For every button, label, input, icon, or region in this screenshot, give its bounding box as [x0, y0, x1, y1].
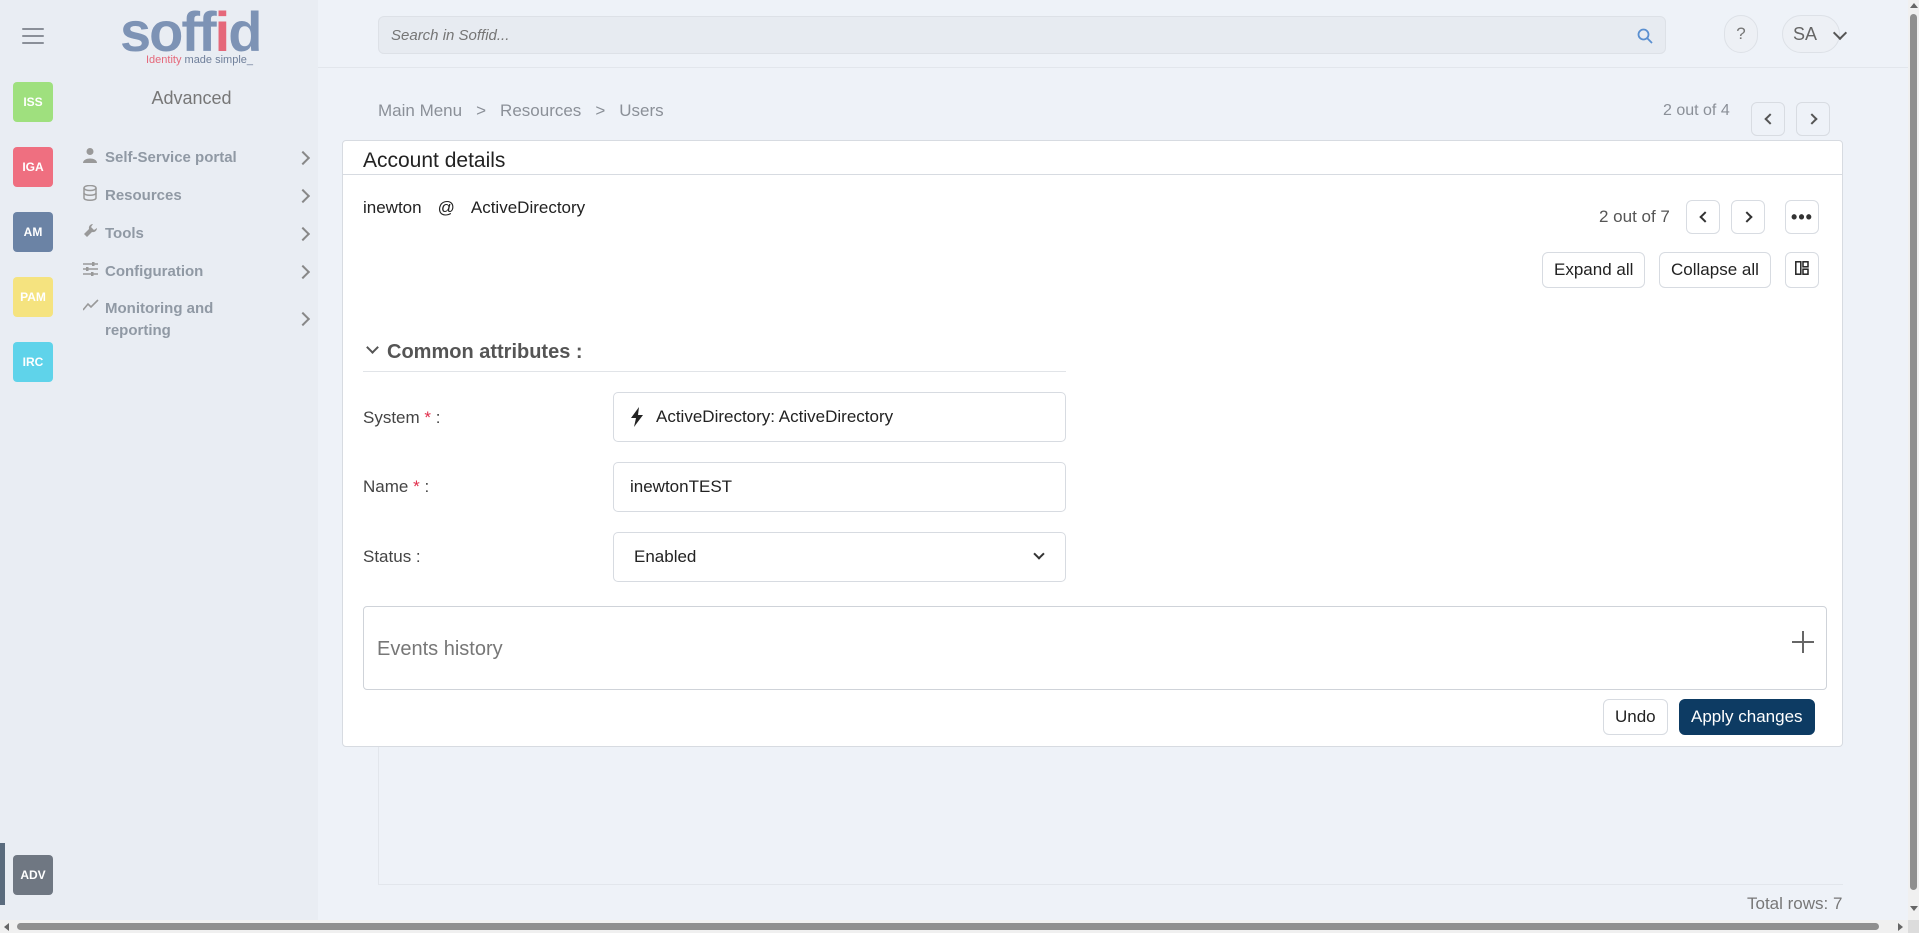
database-icon — [83, 184, 101, 205]
chevron-left-icon — [1763, 113, 1776, 125]
user-menu-button[interactable]: SA — [1782, 15, 1848, 53]
account-details-panel: Account details inewton @ ActiveDirector… — [342, 140, 1843, 747]
breadcrumb-main-menu[interactable]: Main Menu — [378, 101, 462, 121]
search-icon[interactable] — [1637, 28, 1653, 44]
name-field-label: Name * : — [363, 477, 430, 496]
previous-account-button[interactable] — [1686, 200, 1720, 234]
account-name: inewton — [363, 198, 422, 217]
top-bar: ? SA — [318, 0, 1908, 68]
layout-grid-icon — [1795, 260, 1809, 280]
undo-button[interactable]: Undo — [1603, 699, 1668, 735]
more-options-button[interactable]: ••• — [1785, 200, 1819, 234]
sliders-icon — [83, 261, 101, 280]
sidebar-item-monitoring-and-reporting[interactable]: Monitoring and reporting — [82, 298, 311, 342]
panel-header: Account details — [343, 141, 1842, 175]
next-record-button[interactable] — [1796, 102, 1830, 136]
system-field-value: ActiveDirectory: ActiveDirectory — [656, 407, 894, 426]
horizontal-scrollbar[interactable] — [0, 920, 1908, 933]
user-initials: SA — [1793, 23, 1818, 44]
breadcrumb: Main Menu > Resources > Users — [378, 101, 664, 121]
bolt-icon — [630, 407, 644, 427]
collapse-all-button[interactable]: Collapse all — [1659, 252, 1771, 288]
sidebar-item-self-service-portal[interactable]: Self-Service portal — [83, 147, 311, 169]
section-title: Common attributes : — [387, 341, 583, 363]
status-field-label: Status : — [363, 547, 421, 566]
scrollbar-corner — [1908, 920, 1919, 933]
app-rail: ISS IGA AM PAM IRC ADV — [0, 0, 65, 920]
account-identifier: inewton @ ActiveDirectory — [363, 198, 585, 218]
hamburger-menu-icon[interactable] — [22, 28, 44, 46]
app-am-button[interactable]: AM — [13, 212, 53, 252]
sidebar: soffid Identity made simple_ Advanced Se… — [65, 0, 318, 920]
account-pager-label: 2 out of 7 — [1599, 207, 1670, 226]
search-bar — [378, 16, 1666, 54]
users-table-area — [378, 740, 1843, 885]
user-icon — [83, 147, 101, 167]
active-app-indicator — [0, 843, 5, 905]
apply-changes-button[interactable]: Apply changes — [1679, 699, 1815, 735]
app-irc-button[interactable]: IRC — [13, 342, 53, 382]
app-pam-button[interactable]: PAM — [13, 277, 53, 317]
breadcrumb-resources[interactable]: Resources — [500, 101, 581, 121]
system-field[interactable]: ActiveDirectory: ActiveDirectory — [613, 392, 1066, 442]
sidebar-item-configuration[interactable]: Configuration — [83, 261, 311, 283]
previous-record-button[interactable] — [1751, 102, 1785, 136]
chevron-down-icon — [1033, 548, 1045, 560]
chevron-down-icon — [366, 341, 379, 354]
more-icon: ••• — [1791, 206, 1813, 227]
chevron-down-icon — [1832, 25, 1848, 41]
breadcrumb-users[interactable]: Users — [619, 101, 663, 121]
next-account-button[interactable] — [1731, 200, 1765, 234]
record-pager-label: 2 out of 4 — [1663, 102, 1730, 119]
account-system: ActiveDirectory — [470, 198, 586, 217]
vertical-scrollbar[interactable] — [1908, 0, 1919, 920]
sidebar-item-label: Configuration — [105, 263, 204, 280]
help-button[interactable]: ? — [1724, 15, 1758, 53]
chevron-left-icon — [1698, 211, 1711, 223]
wrench-icon — [83, 223, 101, 242]
search-input[interactable] — [379, 17, 1665, 53]
sidebar-item-label: Self-Service portal — [105, 149, 237, 166]
status-select-value: Enabled — [634, 547, 697, 566]
name-input[interactable] — [630, 477, 1065, 497]
name-field — [613, 462, 1066, 512]
status-select[interactable]: Enabled — [613, 532, 1066, 582]
system-field-label: System * : — [363, 408, 441, 427]
at-sign: @ — [437, 198, 455, 217]
sidebar-item-label: Resources — [105, 187, 182, 204]
panel-title: Account details — [363, 149, 506, 172]
expand-all-button[interactable]: Expand all — [1542, 252, 1646, 288]
app-iss-button[interactable]: ISS — [13, 82, 53, 122]
sidebar-item-tools[interactable]: Tools — [83, 223, 311, 245]
chevron-right-icon — [1805, 113, 1818, 125]
common-attributes-section-header[interactable]: Common attributes : — [363, 334, 1066, 372]
layout-toggle-button[interactable] — [1785, 252, 1819, 288]
app-iga-button[interactable]: IGA — [13, 147, 53, 187]
total-rows-label: Total rows: 7 — [1747, 894, 1843, 913]
events-history-section[interactable]: Events history — [363, 606, 1827, 690]
sidebar-heading: Advanced — [151, 88, 232, 108]
app-adv-button[interactable]: ADV — [13, 855, 53, 895]
sidebar-item-label: Monitoring and reporting — [105, 300, 214, 339]
expand-plus-icon[interactable] — [1792, 631, 1814, 653]
sidebar-item-resources[interactable]: Resources — [83, 184, 311, 207]
chevron-right-icon — [295, 311, 311, 327]
soffid-logo[interactable]: soffid Identity made simple_ — [120, 4, 270, 70]
events-history-title: Events history — [377, 638, 503, 660]
sidebar-item-label: Tools — [105, 225, 144, 242]
breadcrumb-separator: > — [595, 101, 606, 120]
breadcrumb-separator: > — [476, 101, 487, 120]
chevron-right-icon — [1740, 211, 1753, 223]
